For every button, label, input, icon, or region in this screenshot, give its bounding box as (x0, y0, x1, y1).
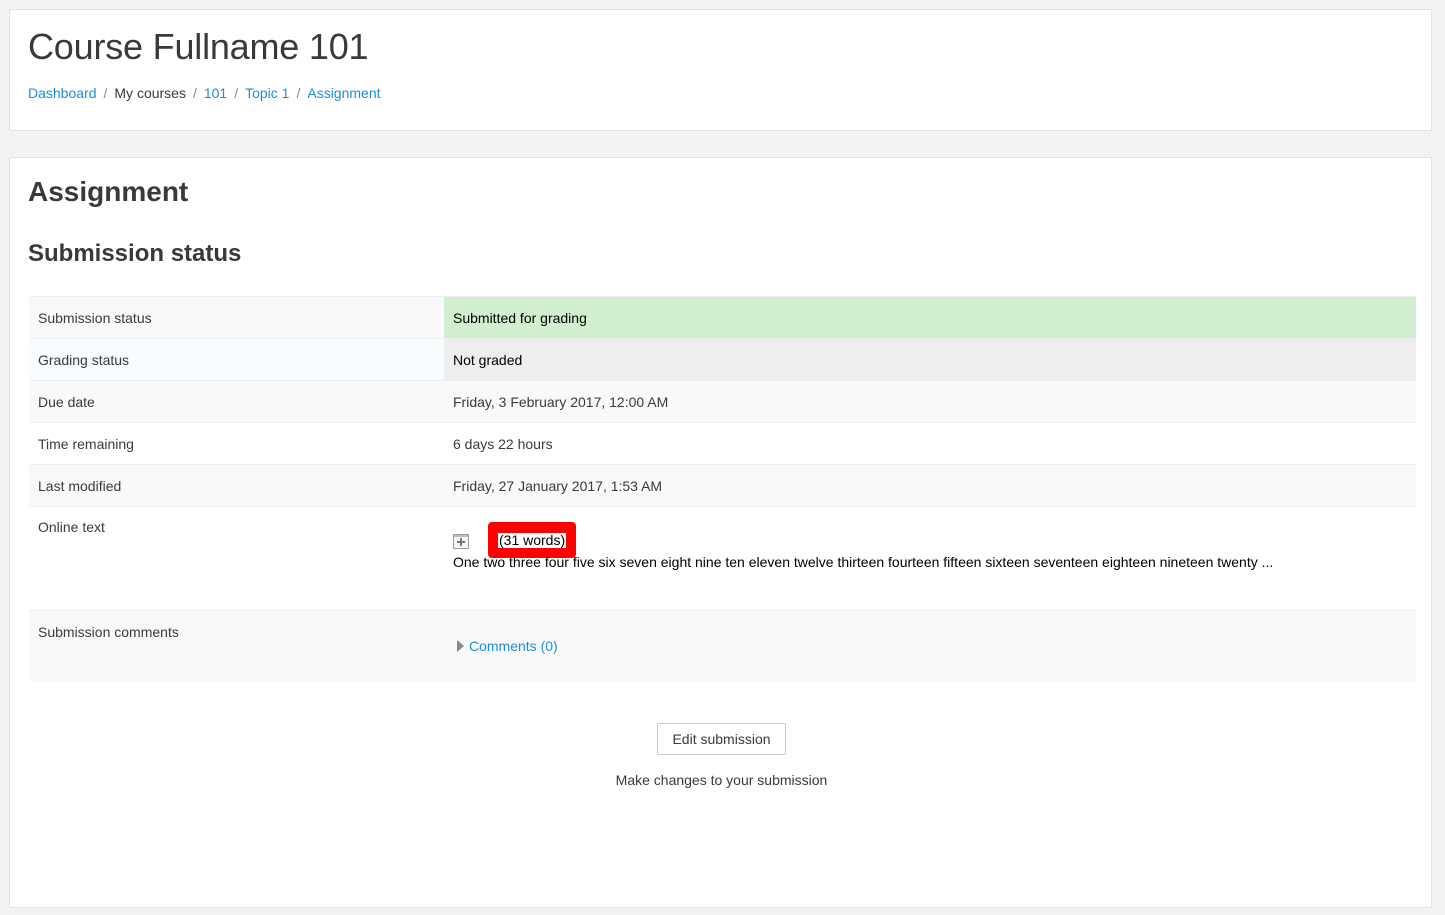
main-content: Assignment Submission status Submission … (9, 157, 1432, 908)
submission-status-table: Submission status Submitted for grading … (29, 296, 1416, 681)
row-label: Time remaining (29, 422, 444, 465)
table-row: Last modified Friday, 27 January 2017, 1… (29, 464, 1416, 507)
expand-plus-icon[interactable] (453, 534, 469, 549)
table-row: Submission status Submitted for grading (29, 296, 1416, 339)
breadcrumb-separator: / (192, 85, 197, 101)
word-count: (31 words) (498, 532, 567, 548)
page-header: Course Fullname 101 Dashboard / My cours… (9, 9, 1432, 131)
breadcrumb: Dashboard / My courses / 101 / Topic 1 /… (28, 85, 381, 101)
comments-link[interactable]: Comments (0) (469, 638, 558, 654)
table-row: Submission comments Comments (0) (29, 610, 1416, 681)
row-label: Online text (29, 506, 444, 611)
row-label: Due date (29, 380, 444, 423)
row-label: Submission comments (29, 610, 444, 681)
row-label: Submission status (29, 296, 444, 339)
online-text-summary: One two three four five six seven eight … (453, 554, 1274, 570)
table-row: Online text (31 words) One two three fou… (29, 506, 1416, 611)
grading-status-value: Not graded (444, 338, 1416, 381)
assignment-title: Assignment (28, 176, 189, 207)
breadcrumb-my-courses: My courses (114, 85, 186, 101)
submission-comments-cell: Comments (0) (444, 610, 1416, 681)
table-row: Due date Friday, 3 February 2017, 12:00 … (29, 380, 1416, 423)
breadcrumb-topic[interactable]: Topic 1 (245, 85, 289, 101)
breadcrumb-separator: / (234, 85, 239, 101)
submission-status-heading: Submission status (28, 240, 242, 267)
comments-toggle[interactable]: Comments (0) (457, 638, 558, 654)
table-row: Time remaining 6 days 22 hours (29, 422, 1416, 465)
word-count-highlight: (31 words) (488, 522, 576, 558)
table-row: Grading status Not graded (29, 338, 1416, 381)
due-date-value: Friday, 3 February 2017, 12:00 AM (444, 380, 1416, 423)
breadcrumb-course[interactable]: 101 (204, 85, 227, 101)
edit-submission-help: Make changes to your submission (615, 772, 828, 788)
caret-right-icon (457, 640, 464, 653)
course-title: Course Fullname 101 (28, 26, 369, 67)
breadcrumb-separator: / (103, 85, 108, 101)
breadcrumb-separator: / (296, 85, 301, 101)
time-remaining-value: 6 days 22 hours (444, 422, 1416, 465)
breadcrumb-assignment[interactable]: Assignment (307, 85, 380, 101)
breadcrumb-dashboard[interactable]: Dashboard (28, 85, 97, 101)
row-label: Grading status (29, 338, 444, 381)
row-label: Last modified (29, 464, 444, 507)
submission-status-value: Submitted for grading (444, 296, 1416, 339)
edit-submission-button[interactable]: Edit submission (657, 723, 786, 755)
online-text-cell: (31 words) One two three four five six s… (444, 506, 1416, 611)
last-modified-value: Friday, 27 January 2017, 1:53 AM (444, 464, 1416, 507)
